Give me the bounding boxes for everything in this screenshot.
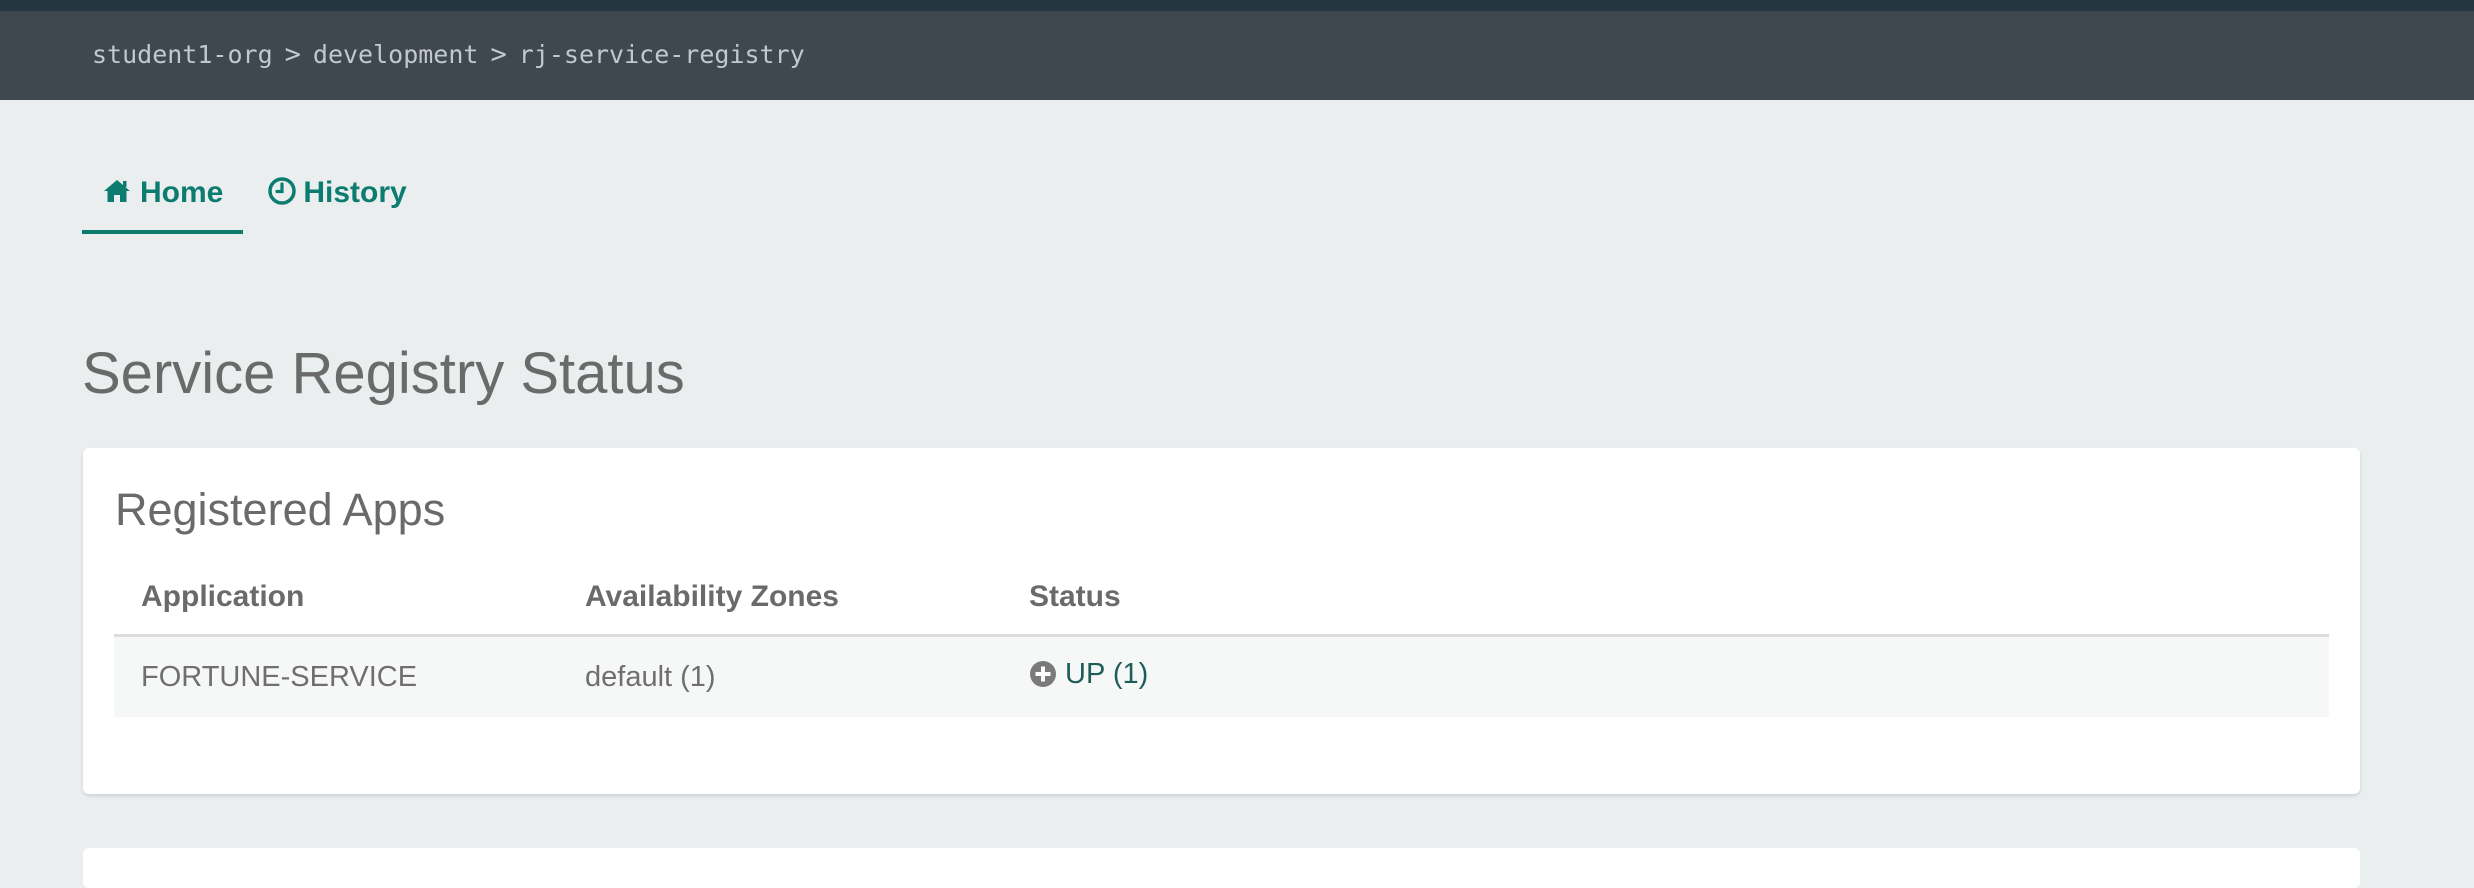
breadcrumb-separator: > xyxy=(284,38,301,70)
registered-apps-title: Registered Apps xyxy=(115,484,446,535)
page-title: Service Registry Status xyxy=(82,341,685,406)
tab-bar: Home History xyxy=(82,166,427,234)
tab-home-label: Home xyxy=(140,176,224,209)
breadcrumb-separator: > xyxy=(490,38,507,70)
table-row: FORTUNE-SERVICE default (1) UP (1) xyxy=(114,635,2329,717)
tab-home[interactable]: Home xyxy=(82,166,244,234)
breadcrumb-org[interactable]: student1-org xyxy=(92,40,273,69)
column-header-application: Application xyxy=(114,560,558,637)
table-header-row: Application Availability Zones Status xyxy=(114,560,2329,637)
clock-icon xyxy=(267,176,297,206)
registered-apps-table: Application Availability Zones Status FO… xyxy=(114,560,2329,717)
header-accent-strip xyxy=(0,0,2474,11)
header-bar: student1-org > development > rj-service-… xyxy=(0,0,2474,100)
status-link[interactable]: UP (1) xyxy=(1029,658,1148,691)
cell-availability-zones: default (1) xyxy=(558,635,1002,717)
cell-application: FORTUNE-SERVICE xyxy=(114,635,558,717)
home-icon xyxy=(102,176,132,206)
registered-apps-card: Registered Apps Application Availability… xyxy=(83,448,2360,794)
breadcrumb-service[interactable]: rj-service-registry xyxy=(519,40,805,69)
column-header-status: Status xyxy=(1002,560,2329,637)
breadcrumb: student1-org > development > rj-service-… xyxy=(92,34,805,74)
tab-history[interactable]: History xyxy=(247,166,426,220)
breadcrumb-space[interactable]: development xyxy=(313,40,479,69)
status-label: UP (1) xyxy=(1065,657,1149,690)
column-header-availability-zones: Availability Zones xyxy=(558,560,1002,637)
tab-history-label: History xyxy=(303,176,407,209)
next-card xyxy=(83,848,2360,888)
plus-circle-icon xyxy=(1029,660,1057,688)
cell-status: UP (1) xyxy=(1002,635,2329,717)
